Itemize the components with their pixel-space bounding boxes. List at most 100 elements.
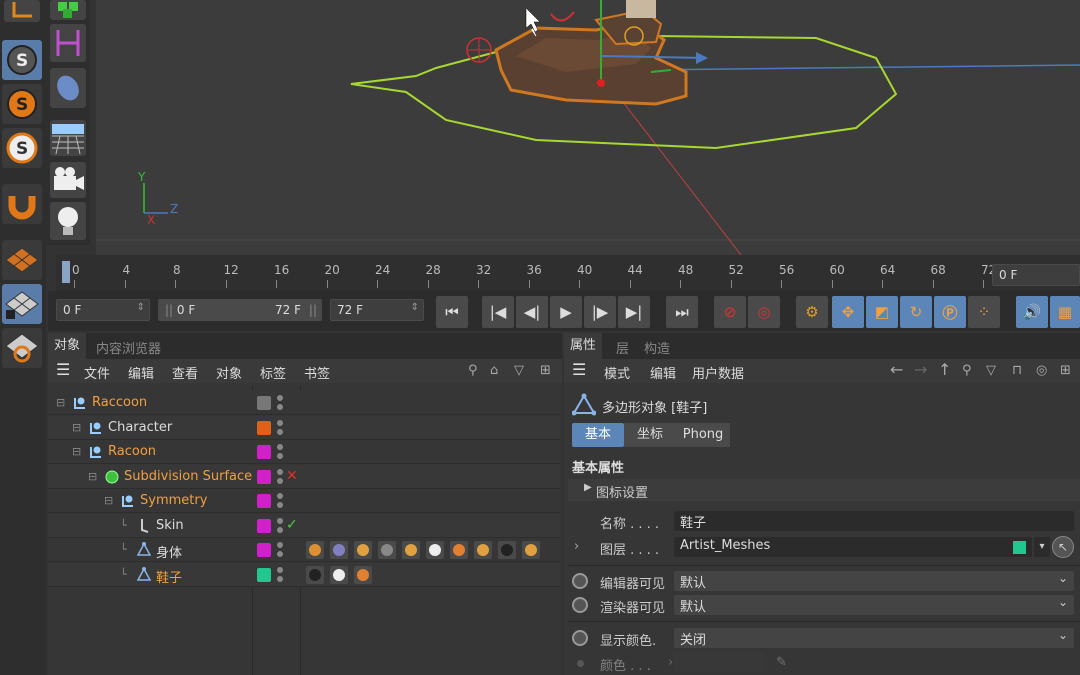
tag-icon[interactable]: [378, 541, 396, 559]
object-row[interactable]: ⊟ Raccoon: [48, 391, 560, 415]
editor-visible-select[interactable]: 默认 ⌄: [674, 571, 1074, 591]
spinner-icon[interactable]: ⇕: [411, 302, 419, 313]
expand-arrow-icon[interactable]: ›: [574, 539, 579, 554]
visibility-dots-icon[interactable]: [277, 395, 283, 411]
keyframe-settings-icon[interactable]: ⚙: [796, 296, 828, 328]
name-field[interactable]: 鞋子: [674, 511, 1074, 531]
tab-content-browser[interactable]: 内容浏览器: [96, 338, 161, 357]
visibility-dots-icon[interactable]: [277, 419, 283, 436]
range-handle-right-icon[interactable]: ||: [309, 303, 317, 317]
layer-color-swatch[interactable]: [257, 494, 271, 508]
snap-s-gray-icon[interactable]: S: [2, 40, 42, 80]
tab-objects[interactable]: 对象: [48, 333, 87, 359]
film-icon[interactable]: ▦: [1050, 296, 1080, 328]
filter-icon[interactable]: ▽: [514, 363, 524, 378]
key-rotation-icon[interactable]: ↻: [900, 296, 932, 328]
current-frame-field[interactable]: 0 F: [992, 264, 1080, 286]
key-param-icon[interactable]: Ⓟ: [934, 296, 966, 328]
visibility-dots-icon[interactable]: [277, 517, 283, 534]
tab-layers[interactable]: 层: [616, 338, 629, 357]
menu-file[interactable]: 文件: [84, 363, 110, 382]
next-key-icon[interactable]: ▶|: [618, 296, 650, 328]
play-icon[interactable]: ▶: [550, 296, 582, 328]
sound-icon[interactable]: 🔊: [1016, 296, 1048, 328]
tab-attributes[interactable]: 属性: [564, 333, 603, 359]
snap-s-white-icon[interactable]: S: [2, 128, 42, 168]
hamburger-icon[interactable]: ☰: [56, 360, 70, 379]
lock-icon[interactable]: ⊓: [1012, 363, 1022, 378]
visibility-dots-icon[interactable]: [277, 493, 283, 509]
go-to-start-icon[interactable]: ⏮: [436, 296, 468, 328]
search-icon[interactable]: ⚲: [962, 363, 972, 378]
menu-tags[interactable]: 标签: [260, 363, 286, 382]
visibility-dots-icon[interactable]: [277, 468, 283, 485]
object-name[interactable]: Subdivision Surface: [124, 469, 252, 484]
display-color-select[interactable]: 关闭 ⌄: [674, 628, 1074, 648]
autokey-icon[interactable]: ◎: [748, 296, 780, 328]
tag-icon[interactable]: [306, 541, 324, 559]
tag-icon[interactable]: [498, 541, 516, 559]
timeline-ruler[interactable]: 0 4 8 12 16 20 24 28 32 36 40 44 48 52 56 60 64 68 72 0 F: [56, 255, 1080, 291]
object-name[interactable]: Symmetry: [140, 493, 207, 508]
tag-icon[interactable]: [402, 541, 420, 559]
subtab-coords[interactable]: 坐标: [624, 423, 676, 447]
editor-visible-radio[interactable]: [572, 573, 588, 589]
range-slider[interactable]: || 0 F 72 F ||: [158, 299, 322, 321]
object-name[interactable]: Skin: [156, 518, 184, 533]
layer-color-swatch[interactable]: [257, 469, 271, 484]
range-handle-left-icon[interactable]: ||: [165, 303, 173, 317]
forward-arrow-icon[interactable]: →: [914, 360, 927, 379]
end-frame-field[interactable]: 72 F ⇕: [330, 299, 424, 321]
object-row[interactable]: ⊟ Symmetry: [48, 489, 560, 513]
icon-settings-group[interactable]: ▶ 图标设置: [568, 479, 1080, 501]
menu-user-data[interactable]: 用户数据: [692, 363, 744, 382]
record-icon[interactable]: ⊘: [714, 296, 746, 328]
3d-viewport[interactable]: Y Z X: [96, 0, 1080, 255]
object-row[interactable]: ⊟ Subdivision Surface ✕: [48, 464, 560, 489]
object-name[interactable]: Character: [108, 420, 172, 435]
key-scale-icon[interactable]: ◩: [866, 296, 898, 328]
playhead[interactable]: [62, 261, 70, 283]
floor-icon[interactable]: [50, 120, 86, 156]
subtab-phong[interactable]: Phong: [676, 423, 730, 447]
menu-mode[interactable]: 模式: [604, 363, 630, 382]
workplane-icon[interactable]: [2, 240, 42, 280]
key-position-icon[interactable]: ✥: [832, 296, 864, 328]
light-icon[interactable]: [50, 202, 86, 240]
tag-icon[interactable]: [330, 565, 348, 584]
display-color-radio[interactable]: [572, 630, 588, 646]
tag-icon[interactable]: [354, 541, 372, 559]
object-name[interactable]: 身体: [156, 542, 182, 561]
tag-icon[interactable]: [330, 541, 348, 559]
object-row[interactable]: └ 身体: [48, 538, 560, 562]
object-row[interactable]: └ 鞋子: [48, 562, 560, 587]
tag-icon[interactable]: [522, 541, 540, 559]
collapse-icon[interactable]: ⊟: [72, 445, 81, 458]
new-window-icon[interactable]: ⊞: [540, 363, 551, 378]
tag-icon[interactable]: [426, 541, 444, 559]
object-name[interactable]: Racoon: [108, 444, 156, 459]
menu-object[interactable]: 对象: [216, 363, 242, 382]
key-pla-icon[interactable]: ⁘: [968, 296, 1000, 328]
collapse-icon[interactable]: ⊟: [88, 470, 97, 483]
tag-icon[interactable]: [354, 565, 372, 584]
object-name[interactable]: Raccoon: [92, 395, 147, 410]
hamburger-icon[interactable]: ☰: [572, 360, 586, 379]
menu-view[interactable]: 查看: [172, 363, 198, 382]
cube-icon[interactable]: [50, 0, 86, 20]
menu-edit[interactable]: 编辑: [650, 363, 676, 382]
subtab-basic[interactable]: 基本: [572, 423, 624, 447]
spinner-icon[interactable]: ⇕: [137, 302, 145, 313]
grid-lock-icon[interactable]: [2, 284, 42, 324]
snap-s-orange-icon[interactable]: S: [2, 84, 42, 124]
layer-color-swatch[interactable]: [257, 396, 271, 410]
grid-rotate-icon[interactable]: [2, 328, 42, 368]
camera-icon[interactable]: [50, 162, 86, 198]
start-frame-field[interactable]: 0 F ⇕: [56, 299, 150, 321]
collapse-icon[interactable]: ⊟: [104, 494, 113, 507]
search-icon[interactable]: ⚲: [468, 363, 478, 378]
visibility-dots-icon[interactable]: [277, 566, 283, 583]
enabled-check-icon[interactable]: ✓: [286, 517, 298, 533]
layer-color-swatch[interactable]: [257, 543, 271, 557]
object-row[interactable]: ⊟ Character: [48, 415, 560, 440]
